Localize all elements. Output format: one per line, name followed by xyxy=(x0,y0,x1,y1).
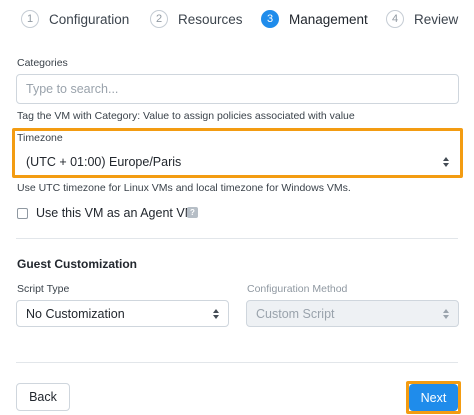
categories-help-text: Tag the VM with Category: Value to assig… xyxy=(17,110,355,122)
footer-divider xyxy=(16,362,458,363)
timezone-label: Timezone xyxy=(17,132,63,144)
configuration-method-label: Configuration Method xyxy=(247,283,348,295)
configuration-method-value: Custom Script xyxy=(256,306,335,321)
script-type-label: Script Type xyxy=(17,283,70,295)
timezone-select[interactable]: (UTC + 01:00) Europe/Paris xyxy=(16,148,459,175)
step-label: Review xyxy=(414,11,459,27)
script-type-select[interactable]: No Customization xyxy=(16,300,229,327)
categories-label: Categories xyxy=(17,57,68,69)
step-label: Configuration xyxy=(49,11,130,27)
step-review[interactable]: 4 Review xyxy=(386,8,458,30)
section-divider xyxy=(16,238,458,239)
step-resources[interactable]: 2 Resources xyxy=(150,8,243,30)
step-number: 1 xyxy=(21,10,39,28)
agent-vm-checkbox[interactable] xyxy=(17,208,28,219)
step-label: Management xyxy=(289,11,368,27)
select-caret-icon xyxy=(443,308,449,319)
step-number: 4 xyxy=(386,10,404,28)
question-icon[interactable]: ? xyxy=(187,207,198,218)
step-number: 2 xyxy=(150,10,168,28)
configuration-method-select: Custom Script xyxy=(246,300,459,327)
categories-search-input[interactable]: Type to search... xyxy=(16,74,459,104)
back-button[interactable]: Back xyxy=(16,383,70,411)
timezone-value: (UTC + 01:00) Europe/Paris xyxy=(26,154,182,169)
step-label: Resources xyxy=(178,11,243,27)
step-management[interactable]: 3 Management xyxy=(261,8,368,30)
agent-vm-label[interactable]: Use this VM as an Agent VM xyxy=(36,206,195,220)
step-configuration[interactable]: 1 Configuration xyxy=(21,8,129,30)
timezone-help-text: Use UTC timezone for Linux VMs and local… xyxy=(17,182,351,194)
select-caret-icon xyxy=(213,308,219,319)
script-type-value: No Customization xyxy=(26,306,125,321)
guest-customization-title: Guest Customization xyxy=(17,257,138,271)
select-caret-icon xyxy=(443,156,449,167)
step-number: 3 xyxy=(261,10,279,28)
wizard-stepper: 1 Configuration 2 Resources 3 Management… xyxy=(0,0,474,38)
next-button[interactable]: Next xyxy=(409,384,458,411)
